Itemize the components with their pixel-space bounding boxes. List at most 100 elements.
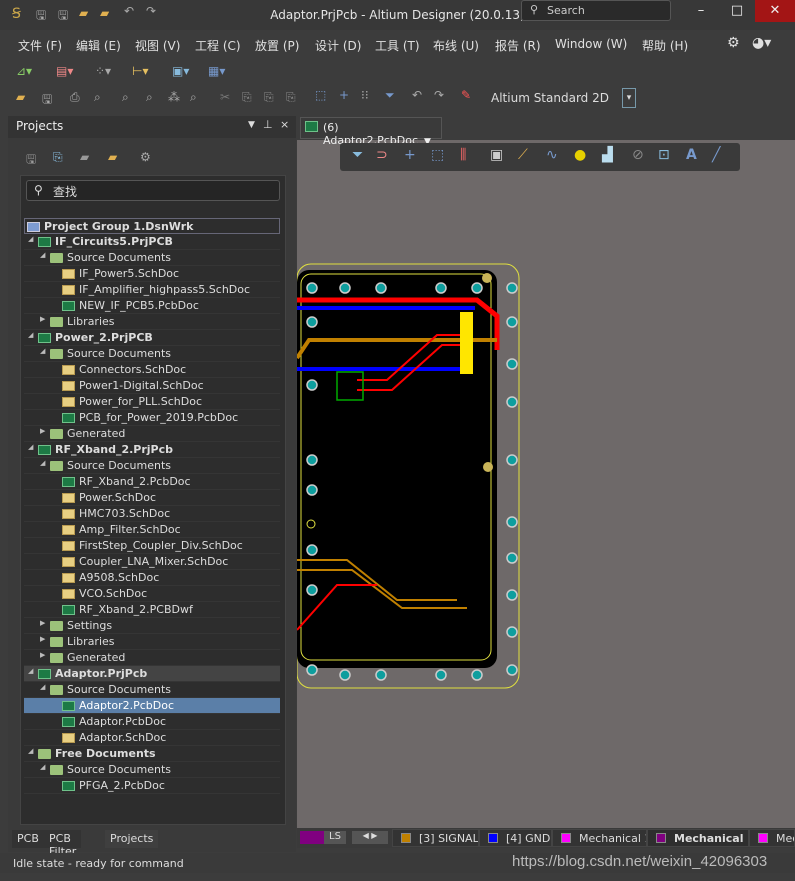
explore-icon[interactable]: ▰ [80, 150, 89, 164]
tree-item[interactable]: Adaptor.SchDoc [24, 730, 280, 746]
search-input[interactable]: ⚲ Search [521, 0, 671, 21]
zoom-fit-icon[interactable]: ⌕ [122, 90, 129, 105]
crosshair-icon[interactable]: + [404, 147, 416, 163]
sheet-icon[interactable]: ⊿▾ [16, 64, 32, 78]
zoom-area-icon[interactable]: ⌕ [146, 90, 153, 105]
tree-item[interactable]: PFGA_2.PcbDoc [24, 778, 280, 794]
print-icon[interactable]: ⎙ [70, 90, 80, 105]
open-icon[interactable]: ▰ [16, 90, 25, 104]
tree-item[interactable]: Amp_Filter.SchDoc [24, 522, 280, 538]
component-icon[interactable]: ▣ [490, 147, 503, 163]
expand-arrow-icon[interactable]: ▶ [40, 315, 45, 323]
layer-tab[interactable]: [3] SIGNAL [392, 829, 479, 847]
menu-view[interactable]: 视图 (V) [135, 37, 180, 54]
text-icon[interactable]: A [686, 147, 697, 163]
tree-item[interactable]: NEW_IF_PCB5.PcbDoc [24, 298, 280, 314]
tree-item[interactable]: IF_Amplifier_highpass5.SchDoc [24, 282, 280, 298]
menu-tools[interactable]: 工具 (T) [375, 37, 420, 54]
snap-icon[interactable]: ⊃ [376, 147, 388, 163]
redo-icon[interactable]: ↷ [434, 88, 444, 102]
tree-item[interactable]: ▶ Generated [24, 650, 280, 666]
menu-design[interactable]: 设计 (D) [315, 37, 361, 54]
collapse-arrow-icon[interactable]: ◢ [40, 459, 45, 467]
menu-place[interactable]: 放置 (P) [255, 37, 299, 54]
maximize-button[interactable]: □ [719, 0, 755, 22]
cut-icon[interactable]: ✂ [220, 90, 230, 104]
copy-icon[interactable]: ⎘ [242, 90, 252, 105]
tree-item[interactable]: Project Group 1.DsnWrk [24, 218, 280, 234]
expand-arrow-icon[interactable]: ▶ [40, 635, 45, 643]
layer-tab[interactable]: Mechanical 1 [552, 829, 647, 847]
clear-filter-icon[interactable]: ⏷ [385, 88, 395, 103]
tree-item[interactable]: ▶ Settings [24, 618, 280, 634]
align-icon[interactable]: ▤▾ [56, 64, 73, 78]
tree-item[interactable]: ◢ Free Documents [24, 746, 280, 762]
zoom-filter-icon[interactable]: ⌕ [190, 90, 197, 105]
menu-help[interactable]: 帮助 (H) [642, 37, 688, 54]
close-button[interactable]: ✕ [755, 0, 795, 22]
zoom-selected-icon[interactable]: ⁂ [168, 90, 180, 104]
pcb-canvas[interactable] [295, 140, 795, 828]
tree-item[interactable]: Power1-Digital.SchDoc [24, 378, 280, 394]
align-icon[interactable]: ⫼ [460, 147, 466, 163]
move-icon[interactable]: + [339, 88, 349, 102]
select-icon[interactable]: ⁝⁝ [361, 88, 369, 102]
tree-item[interactable]: ▶ Libraries [24, 314, 280, 330]
tab-pcb[interactable]: PCB [12, 830, 44, 848]
view-mode-dropdown[interactable]: ▾ [622, 88, 636, 108]
save-icon[interactable]: 🖫 [42, 90, 52, 111]
tune-icon[interactable]: ∿ [546, 147, 558, 163]
tree-item[interactable]: Power.SchDoc [24, 490, 280, 506]
panel-menu-icon[interactable]: ▼ [248, 120, 255, 130]
tree-item[interactable]: A9508.SchDoc [24, 570, 280, 586]
gear-icon[interactable]: ⚙ [140, 150, 151, 164]
tree-item[interactable]: PCB_for_Power_2019.PcbDoc [24, 410, 280, 426]
collapse-arrow-icon[interactable]: ◢ [40, 251, 45, 259]
print-preview-icon[interactable]: ⌕ [94, 90, 101, 105]
dimension-icon[interactable]: ⊡ [658, 147, 670, 163]
tree-item[interactable]: ◢ RF_Xband_2.PrjPcb [24, 442, 280, 458]
tree-item[interactable]: ◢ Source Documents [24, 762, 280, 778]
find-icon[interactable]: ⁘▾ [95, 64, 111, 78]
tree-item[interactable]: FirstStep_Coupler_Div.SchDoc [24, 538, 280, 554]
tree-item[interactable]: RF_Xband_2.PCBDwf [24, 602, 280, 618]
expand-arrow-icon[interactable]: ▶ [40, 619, 45, 627]
save-icon[interactable]: 🖫 [26, 150, 36, 171]
rubber-stamp-icon[interactable]: ⎘ [286, 90, 296, 105]
tree-item[interactable]: ◢ Source Documents [24, 250, 280, 266]
menu-reports[interactable]: 报告 (R) [495, 37, 541, 54]
collapse-arrow-icon[interactable]: ◢ [40, 683, 45, 691]
route-icon[interactable]: ⟋ [518, 147, 528, 163]
tree-item[interactable]: Power_for_PLL.SchDoc [24, 394, 280, 410]
menu-project[interactable]: 工程 (C) [195, 37, 241, 54]
measure-icon[interactable]: ⊢▾ [132, 64, 148, 78]
menu-route[interactable]: 布线 (U) [433, 37, 479, 54]
tree-item[interactable]: IF_Power5.SchDoc [24, 266, 280, 282]
tab-pcb-filter[interactable]: PCB Filter [44, 830, 82, 858]
tree-item[interactable]: ▶ Generated [24, 426, 280, 442]
collapse-arrow-icon[interactable]: ◢ [28, 667, 33, 675]
tree-item[interactable]: VCO.SchDoc [24, 586, 280, 602]
line-icon[interactable]: ╱ [712, 147, 720, 163]
layer-tab[interactable]: Mec [749, 829, 795, 847]
keepout-icon[interactable]: ⊘ [632, 147, 644, 163]
collapse-arrow-icon[interactable]: ◢ [40, 763, 45, 771]
layer-set-button[interactable]: LS [324, 831, 346, 844]
pin-icon[interactable]: ⊥ [263, 118, 273, 131]
collapse-arrow-icon[interactable]: ◢ [28, 235, 33, 243]
compile-icon[interactable]: ⎘ [53, 150, 63, 165]
tree-item[interactable]: ◢ IF_Circuits5.PrjPCB [24, 234, 280, 250]
tree-search-input[interactable]: ⚲ 查找 [26, 180, 280, 201]
menu-window[interactable]: Window (W) [555, 37, 627, 51]
minimize-button[interactable]: – [683, 0, 719, 22]
grid-icon[interactable]: ▦▾ [208, 64, 225, 78]
tree-item[interactable]: ◢ Adaptor.PrjPcb [24, 666, 280, 682]
expand-arrow-icon[interactable]: ▶ [40, 427, 45, 435]
gear-icon[interactable]: ⚙ [727, 35, 740, 51]
undo-icon[interactable]: ↶ [412, 88, 422, 102]
select-icon[interactable]: ⬚ [431, 147, 444, 163]
tree-item[interactable]: ▶ Libraries [24, 634, 280, 650]
tree-item[interactable]: ◢ Source Documents [24, 682, 280, 698]
filter-icon[interactable]: ⏷ [352, 147, 363, 163]
collapse-arrow-icon[interactable]: ◢ [28, 747, 33, 755]
